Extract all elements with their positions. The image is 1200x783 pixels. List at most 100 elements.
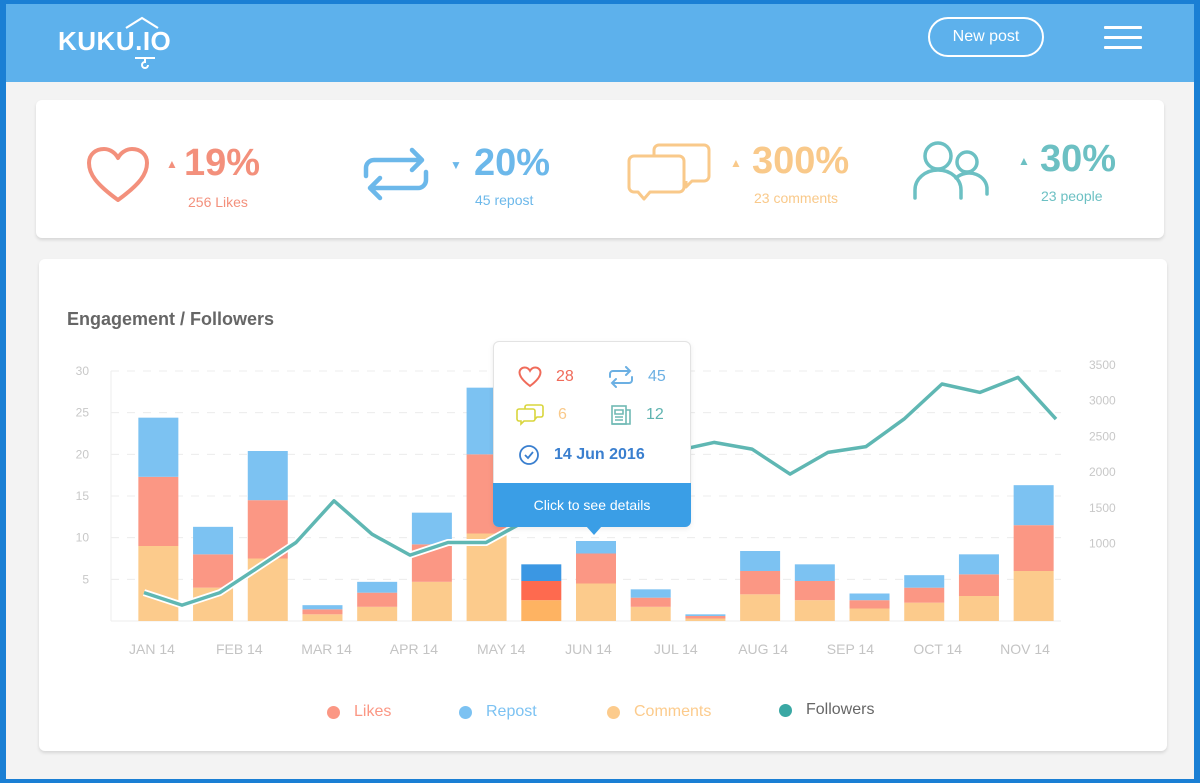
x-tick-label: NOV 14: [1000, 641, 1050, 657]
logo-text: KUKU.IO: [58, 26, 172, 56]
stat-percent: 300%: [752, 140, 850, 182]
bar-repost: [630, 589, 671, 598]
stat-repost: ▼ 20% 45 repost: [362, 100, 622, 238]
x-tick-label: SEP 14: [827, 641, 874, 657]
tooltip-date: 14 Jun 2016: [518, 444, 645, 466]
stat-likes: ▲ 19% 256 Likes: [86, 100, 346, 238]
tooltip-comments-value: 6: [558, 406, 567, 423]
people-icon: [913, 141, 989, 200]
chart-tooltip[interactable]: 28 45 6 12 14 Jun 2016 Click to see deta…: [493, 341, 691, 535]
bar-comments: [958, 596, 999, 621]
y-left-tick-label: 5: [82, 572, 89, 586]
bar-repost: [740, 551, 781, 571]
bar-likes: [904, 587, 945, 603]
bar-comments: [1013, 571, 1054, 621]
y-right-tick-label: 2000: [1089, 465, 1116, 479]
bar-likes: [138, 476, 179, 546]
legend-repost-label: Repost: [486, 703, 537, 720]
legend-followers-dot: [779, 703, 792, 717]
x-tick-label: JUL 14: [654, 641, 698, 657]
hamburger-menu-icon[interactable]: [1104, 26, 1142, 52]
bar-comments: [740, 594, 781, 621]
trend-up-icon: ▲: [166, 157, 178, 171]
new-post-button[interactable]: New post: [928, 17, 1044, 57]
y-right-tick-label: 2500: [1089, 429, 1116, 443]
comments-icon: [627, 143, 711, 201]
bar-comments: [576, 583, 616, 621]
legend-followers[interactable]: Followers: [779, 701, 874, 719]
y-right-tick-label: 3000: [1089, 394, 1116, 408]
legend-repost-dot: [459, 705, 472, 719]
bar-likes: [357, 592, 398, 607]
stat-label: 23 people: [1041, 188, 1103, 204]
heart-icon: [87, 147, 149, 202]
y-left-tick-label: 15: [76, 489, 90, 503]
trend-up-icon: ▲: [1018, 154, 1030, 168]
x-tick-label: MAR 14: [301, 641, 352, 657]
bar-comments: [357, 606, 398, 621]
bar-repost: [958, 554, 999, 575]
clock-icon: [519, 445, 539, 465]
y-right-tick-label: 1500: [1089, 501, 1116, 515]
app-screen: KUKU.IO New post ▲ 19% 256 Likes ▼ 20% 4…: [6, 4, 1194, 779]
top-bar: KUKU.IO New post: [6, 4, 1194, 82]
bar-repost: [357, 581, 398, 593]
tooltip-reposts: 45: [608, 366, 666, 388]
tooltip-posts: 12: [610, 404, 664, 426]
logo-roof-icon: [125, 16, 159, 29]
bar-likes: [521, 581, 562, 601]
repost-icon: [363, 147, 429, 201]
bar-likes: [576, 553, 616, 584]
tooltip-likes: 28: [518, 366, 574, 388]
bar-comments: [521, 600, 562, 621]
bar-comments: [302, 614, 343, 621]
legend-comments[interactable]: Comments: [607, 703, 711, 721]
trend-up-icon: ▲: [730, 156, 742, 170]
bar-comments: [138, 546, 179, 621]
legend-likes-label: Likes: [354, 703, 392, 720]
y-right-tick-label: 1000: [1089, 537, 1116, 551]
stat-percent: 19%: [184, 142, 261, 184]
x-tick-label: FEB 14: [216, 641, 263, 657]
legend-comments-dot: [607, 705, 620, 719]
logo[interactable]: KUKU.IO: [58, 16, 172, 69]
bar-comments: [466, 533, 507, 621]
bar-likes: [794, 581, 835, 601]
bar-likes: [630, 597, 671, 607]
stat-comments: ▲ 300% 23 comments: [626, 100, 896, 238]
legend-comments-label: Comments: [634, 703, 712, 720]
legend-likes[interactable]: Likes: [327, 703, 391, 721]
bar-likes: [740, 571, 781, 595]
newspaper-icon: [611, 405, 631, 425]
bar-repost: [576, 541, 616, 554]
bar-likes: [193, 554, 234, 588]
engagement-chart-card: Engagement / Followers 5 10 15 20 25 30 1000 15…: [39, 259, 1167, 751]
trend-down-icon: ▼: [450, 158, 462, 172]
stat-percent: 30%: [1040, 138, 1117, 180]
x-tick-label: AUG 14: [738, 641, 788, 657]
stat-label: 45 repost: [475, 192, 534, 208]
bar-comments: [794, 600, 835, 621]
legend-followers-label: Followers: [806, 701, 875, 718]
bar-comments: [849, 608, 890, 621]
bar-repost: [849, 593, 890, 601]
bar-comments: [411, 581, 452, 621]
tooltip-comments: 6: [516, 404, 567, 426]
bar-likes: [1013, 525, 1054, 571]
bar-likes: [302, 609, 343, 615]
bar-repost: [685, 614, 726, 616]
legend-repost[interactable]: Repost: [459, 703, 537, 721]
x-tick-label: JUN 14: [565, 641, 612, 657]
repost-icon: [609, 366, 633, 388]
bar-repost: [794, 564, 835, 581]
see-details-button[interactable]: Click to see details: [493, 483, 691, 527]
bar-repost: [193, 526, 234, 555]
tooltip-reposts-value: 45: [648, 368, 666, 385]
bar-likes: [958, 574, 999, 596]
y-left-tick-label: 30: [76, 364, 90, 378]
comments-icon: [516, 404, 544, 426]
stat-people: ▲ 30% 23 people: [912, 100, 1162, 238]
bar-comments: [685, 618, 726, 621]
bar-likes: [849, 600, 890, 609]
bar-repost: [138, 417, 179, 477]
